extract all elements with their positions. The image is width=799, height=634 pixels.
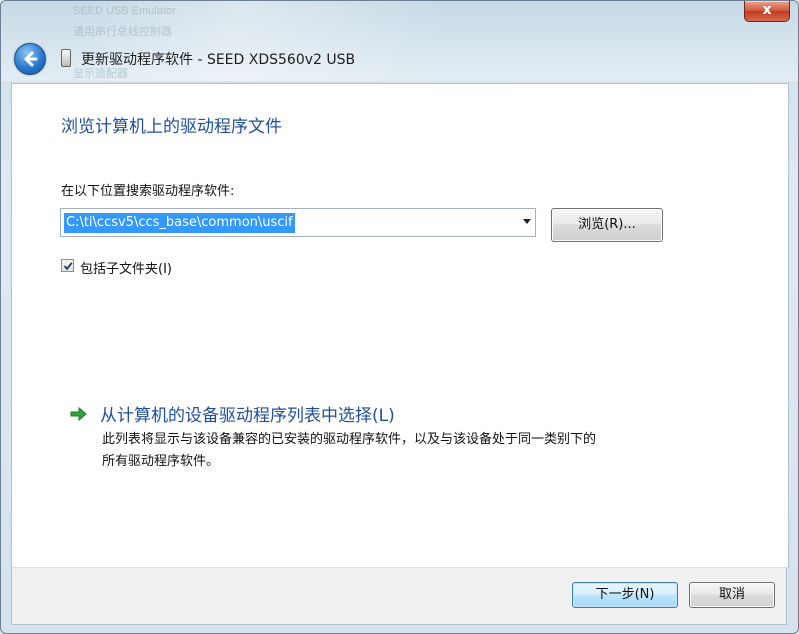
green-arrow-icon: [70, 406, 87, 422]
content-panel: 浏览计算机上的驱动程序文件 在以下位置搜索驱动程序软件: C:\ti\ccsv5…: [11, 83, 789, 568]
next-button[interactable]: 下一步(N): [572, 582, 678, 608]
choose-from-list-description: 此列表将显示与该设备兼容的已安装的驱动程序软件，以及与该设备处于同一类别下的 所…: [102, 429, 702, 473]
search-location-label: 在以下位置搜索驱动程序软件:: [61, 184, 235, 199]
path-input-value[interactable]: C:\ti\ccsv5\ccs_base\common\uscif: [64, 213, 295, 233]
back-button[interactable]: [14, 43, 46, 75]
background-item: 通用串行总线控制器: [73, 26, 172, 38]
close-button[interactable]: x: [744, 1, 790, 22]
choose-from-list-link[interactable]: 从计算机的设备驱动程序列表中选择(L): [100, 401, 395, 426]
description-line: 此列表将显示与该设备兼容的已安装的驱动程序软件，以及与该设备处于同一类别下的: [102, 432, 597, 447]
usb-device-icon: [61, 49, 71, 67]
description-line: 所有驱动程序软件。: [102, 454, 220, 469]
path-combobox[interactable]: C:\ti\ccsv5\ccs_base\common\uscif: [60, 208, 536, 237]
background-item: SEED USB Emulator: [73, 5, 176, 17]
include-subfolders-checkbox[interactable]: [61, 259, 74, 272]
back-arrow-icon: [24, 51, 38, 67]
include-subfolders-label[interactable]: 包括子文件夹(I): [80, 258, 172, 277]
checkmark-icon: [63, 262, 73, 271]
browse-button[interactable]: 浏览(R)...: [551, 208, 663, 242]
button-bar: 下一步(N) 取消: [11, 567, 787, 625]
cancel-button[interactable]: 取消: [689, 582, 775, 608]
window-title: 更新驱动程序软件 - SEED XDS560v2 USB: [81, 52, 356, 68]
dialog-window: SEED USB Emulator 通用串行总线控制器 显示适配器 x 更新驱动…: [0, 0, 799, 634]
page-heading: 浏览计算机上的驱动程序文件: [61, 117, 282, 137]
dropdown-arrow-icon[interactable]: [523, 219, 531, 224]
close-icon: x: [762, 2, 772, 18]
